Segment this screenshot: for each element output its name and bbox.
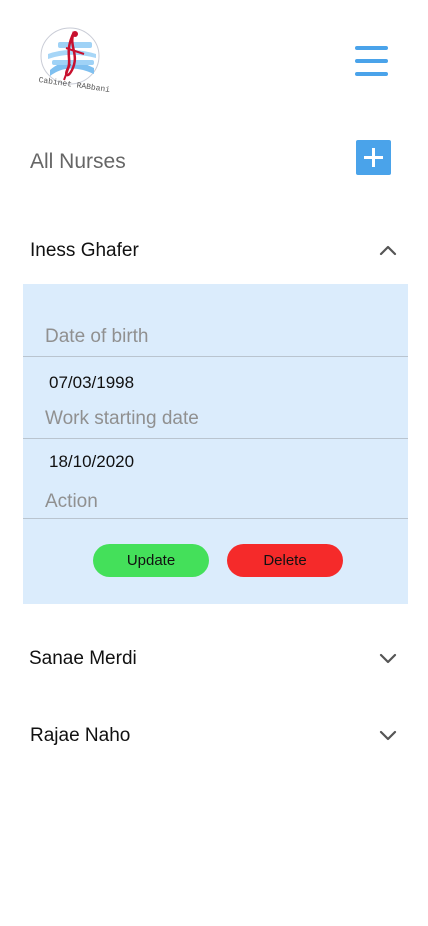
hamburger-menu-icon[interactable] (355, 46, 389, 76)
nurse-row-rajae-naho[interactable]: Rajae Naho (30, 723, 400, 753)
dob-label: Date of birth (45, 326, 149, 347)
dob-value: 07/03/1998 (49, 373, 135, 392)
nurse-row-iness-ghafer[interactable]: Iness Ghafer (30, 238, 400, 268)
nurse-name: Rajae Naho (30, 725, 131, 746)
update-button[interactable]: Update (93, 544, 209, 577)
nurse-row-sanae-merdi[interactable]: Sanae Merdi (29, 646, 400, 676)
add-nurse-button[interactable] (356, 140, 391, 175)
page-title: All Nurses (30, 150, 126, 173)
divider (23, 356, 408, 357)
start-date-label: Work starting date (45, 408, 199, 429)
divider (23, 438, 408, 439)
chevron-up-icon[interactable] (379, 244, 397, 256)
nurse-details-panel: Date of birth 07/03/1998 Work starting d… (23, 284, 408, 604)
action-label: Action (45, 491, 98, 512)
start-date-value: 18/10/2020 (49, 452, 135, 471)
cabinet-logo: Cabinet RABbani (28, 24, 118, 100)
nurse-name: Sanae Merdi (29, 648, 137, 669)
delete-button[interactable]: Delete (227, 544, 343, 577)
chevron-down-icon[interactable] (379, 652, 397, 664)
chevron-down-icon[interactable] (379, 729, 397, 741)
divider (23, 518, 408, 519)
nurse-name: Iness Ghafer (30, 240, 139, 261)
